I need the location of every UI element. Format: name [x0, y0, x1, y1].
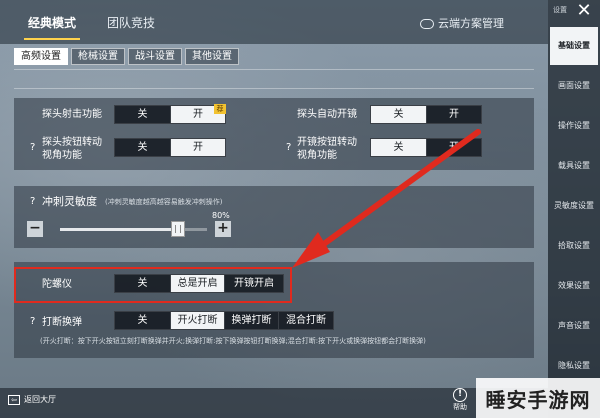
tab-team-deathmatch[interactable]: 团队竞技 — [107, 12, 155, 34]
sprint-value: 80% — [212, 211, 230, 220]
back-to-lobby-button[interactable]: ⇦ 返回大厅 — [8, 392, 56, 408]
peek-rotate-label-line1: 探头按钮转动 — [42, 137, 102, 148]
interrupt-reload[interactable]: 换弹打断 — [225, 312, 279, 329]
peek-rotate-off[interactable]: 关 — [115, 139, 171, 156]
subtab-other[interactable]: 其他设置 — [185, 48, 239, 65]
sidebar-item-pickup[interactable]: 拾取设置 — [550, 227, 598, 265]
help-question-icon[interactable]: ? — [286, 142, 291, 153]
scope-rotate-label-line2: 视角功能 — [297, 150, 337, 161]
help-label: 帮助 — [453, 403, 467, 411]
sprint-minus-button[interactable]: − — [27, 221, 43, 237]
peek-auto-scope-toggle: 关 开 — [370, 105, 482, 124]
gyro-highlight-box — [14, 267, 292, 303]
peek-fire-on-label: 开 — [193, 109, 203, 120]
peek-rotate-on[interactable]: 开 — [171, 139, 225, 156]
peek-rotate-label: 探头按钮转动 视角功能 — [42, 136, 102, 162]
peek-fire-label: 探头射击功能 — [42, 109, 102, 120]
help-question-icon[interactable]: ? — [30, 142, 35, 153]
subtab-combat[interactable]: 战斗设置 — [128, 48, 182, 65]
sidebar-item-effects[interactable]: 效果设置 — [550, 267, 598, 305]
peek-auto-scope-off[interactable]: 关 — [371, 106, 427, 123]
peek-fire-toggle: 关 开 荐 — [114, 104, 226, 124]
sprint-label: 冲刺灵敏度 — [42, 195, 97, 208]
interrupt-mixed[interactable]: 混合打断 — [279, 312, 333, 329]
sidebar-item-controls[interactable]: 操作设置 — [550, 107, 598, 145]
site-watermark: 睡安手游网 — [476, 378, 600, 418]
peek-auto-scope-label: 探头自动开镜 — [297, 109, 357, 120]
sidebar-item-vehicle[interactable]: 载具设置 — [550, 147, 598, 185]
exclamation-icon: ! — [453, 388, 467, 402]
interrupt-fire[interactable]: 开火打断 — [171, 312, 225, 329]
scope-rotate-off[interactable]: 关 — [371, 139, 427, 156]
sprint-slider-thumb[interactable] — [171, 221, 185, 237]
back-to-lobby-label: 返回大厅 — [24, 395, 56, 404]
cloud-icon — [420, 19, 434, 29]
sprint-slider-track[interactable] — [60, 228, 178, 231]
peek-rotate-toggle: 关 开 — [114, 138, 226, 157]
sub-tabs: 高频设置 枪械设置 战斗设置 其他设置 — [14, 48, 239, 65]
peek-fire-off[interactable]: 关 — [115, 106, 171, 123]
subtab-weapon[interactable]: 枪械设置 — [71, 48, 125, 65]
interrupt-reload-label: 打断换弹 — [42, 317, 82, 328]
peek-rotate-label-line2: 视角功能 — [42, 150, 82, 161]
sprint-hint: (冲刺灵敏度越高越容易触发冲刺操作) — [105, 198, 223, 206]
close-icon[interactable]: ✕ — [573, 0, 595, 22]
sidebar-item-graphics[interactable]: 画面设置 — [550, 67, 598, 105]
scope-rotate-label-line1: 开镜按钮转动 — [297, 137, 357, 148]
recommend-badge: 荐 — [214, 104, 226, 114]
sidebar-item-sound[interactable]: 声音设置 — [550, 307, 598, 345]
sprint-plus-button[interactable]: + — [215, 221, 231, 237]
sidebar-top-label: 设置 — [553, 6, 567, 14]
sidebar-item-sensitivity[interactable]: 灵敏度设置 — [550, 187, 598, 225]
sidebar-item-basic[interactable]: 基础设置 — [550, 27, 598, 65]
help-question-icon[interactable]: ? — [30, 316, 35, 327]
section-divider — [14, 88, 534, 89]
interrupt-reload-toggle: 关 开火打断 换弹打断 混合打断 — [114, 311, 334, 330]
subtab-divider — [14, 69, 534, 70]
scope-rotate-label: 开镜按钮转动 视角功能 — [297, 136, 357, 162]
tab-classic-mode[interactable]: 经典模式 — [23, 12, 81, 40]
subtab-high-frequency[interactable]: 高频设置 — [14, 48, 68, 65]
scope-rotate-on[interactable]: 开 — [427, 139, 481, 156]
interrupt-reload-note: (开火打断：按下开火按钮立刻打断换弹并开火;换弹打断:按下换弹按钮打断换弹;混合… — [40, 337, 426, 345]
scope-rotate-toggle: 关 开 — [370, 138, 482, 157]
help-button[interactable]: ! 帮助 — [450, 388, 470, 412]
cloud-scheme-button[interactable]: 云端方案管理 — [420, 14, 504, 34]
peek-fire-on[interactable]: 开 荐 — [171, 104, 226, 123]
help-question-icon[interactable]: ? — [30, 196, 35, 207]
interrupt-off[interactable]: 关 — [115, 312, 171, 329]
cloud-scheme-label: 云端方案管理 — [438, 17, 504, 30]
peek-auto-scope-on[interactable]: 开 — [427, 106, 481, 123]
back-arrow-icon: ⇦ — [8, 395, 20, 405]
